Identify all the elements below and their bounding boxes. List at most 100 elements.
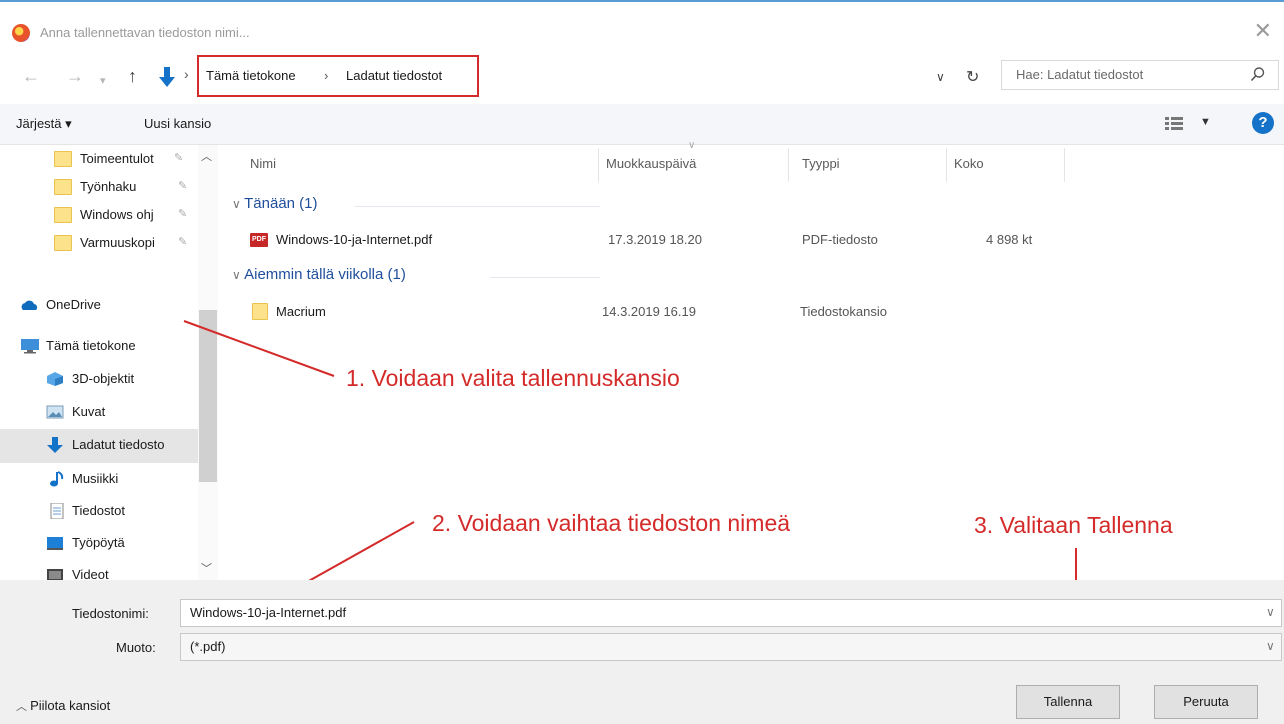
column-divider[interactable]: [1064, 148, 1065, 182]
scroll-up-arrow-icon[interactable]: ︿: [201, 148, 212, 164]
search-icon[interactable]: [1250, 66, 1266, 82]
nav-label: Musiikki: [72, 471, 119, 486]
refresh-icon[interactable]: ↻: [966, 67, 979, 87]
up-button[interactable]: ↑: [128, 64, 137, 88]
file-row[interactable]: PDF Windows-10-ja-Internet.pdf 17.3.2019…: [240, 226, 1080, 254]
organize-menu[interactable]: Järjestä ▾: [16, 116, 72, 132]
pin-icon: ✎: [178, 236, 188, 248]
column-divider[interactable]: [598, 148, 599, 182]
nav-item-desktop[interactable]: Työpöytä: [0, 529, 198, 559]
search-placeholder: Hae: Ladatut tiedostot: [1016, 67, 1144, 82]
documents-icon: [50, 503, 64, 519]
nav-item-videos[interactable]: Videot: [0, 561, 198, 580]
group-chevron-icon: ∨: [232, 268, 245, 282]
pin-icon: ✎: [178, 180, 188, 192]
onedrive-icon: [21, 300, 38, 310]
nav-item-toimeentulot[interactable]: Toimeentulot ✎: [0, 145, 198, 175]
group-label: Aiemmin tällä viikolla (1): [244, 266, 406, 283]
back-button[interactable]: ←: [22, 64, 40, 88]
computer-icon: [21, 339, 39, 354]
column-header-type[interactable]: Tyyppi: [802, 156, 840, 171]
nav-item-windows-ohj[interactable]: Windows ohj ✎: [0, 201, 198, 231]
pin-icon: ✎: [174, 152, 184, 164]
filetype-select[interactable]: [180, 633, 1282, 661]
scroll-down-arrow-icon[interactable]: ﹀: [201, 560, 212, 576]
sort-indicator-icon: ∨: [688, 140, 696, 151]
nav-label: Työpöytä: [72, 535, 125, 550]
nav-label: Varmuuskopi: [80, 235, 155, 250]
file-date: 17.3.2019 18.20: [608, 232, 702, 247]
column-divider[interactable]: [788, 148, 789, 182]
annotation-choose-folder: 1. Voidaan valita tallennuskansio: [346, 365, 680, 391]
filename-dropdown-icon[interactable]: ∨: [1266, 605, 1275, 619]
filename-value: Windows-10-ja-Internet.pdf: [190, 605, 347, 620]
recent-locations-dropdown[interactable]: ▾: [100, 69, 106, 93]
breadcrumb-separator[interactable]: ›: [324, 68, 328, 83]
breadcrumb-this-pc[interactable]: Tämä tietokone: [206, 68, 296, 83]
pictures-icon: [46, 405, 64, 419]
address-dropdown-icon[interactable]: ∨: [936, 70, 945, 84]
nav-item-this-pc[interactable]: Tämä tietokone: [0, 332, 198, 362]
file-type: PDF-tiedosto: [802, 232, 878, 247]
desktop-icon: [47, 537, 63, 550]
column-divider[interactable]: [946, 148, 947, 182]
annotation-rename-file: 2. Voidaan vaihtaa tiedoston nimeä: [432, 510, 791, 536]
window-title: Anna tallennettavan tiedoston nimi...: [40, 25, 250, 40]
folder-icon: [54, 235, 72, 251]
group-label: Tänään (1): [244, 195, 318, 212]
nav-label: Videot: [72, 567, 109, 580]
address-separator: ›: [184, 66, 189, 82]
group-header-today[interactable]: ∨ Tänään (1): [232, 195, 318, 212]
hide-folders-toggle[interactable]: ︿ Piilota kansiot: [16, 698, 110, 714]
pin-icon: ✎: [178, 208, 188, 220]
nav-item-downloads[interactable]: Ladatut tiedosto: [0, 429, 198, 463]
view-dropdown-icon[interactable]: ▼: [1200, 116, 1211, 128]
folder-icon: [54, 179, 72, 195]
close-button[interactable]: ✕: [1254, 18, 1272, 44]
nav-item-onedrive[interactable]: OneDrive: [0, 291, 198, 321]
nav-label: OneDrive: [46, 297, 101, 312]
group-divider-line: [490, 277, 600, 278]
nav-label: Ladatut tiedosto: [72, 437, 165, 452]
group-header-earlier-this-week[interactable]: ∨ Aiemmin tällä viikolla (1): [232, 266, 406, 283]
file-size: 4 898 kt: [986, 232, 1033, 247]
nav-label: 3D-objektit: [72, 371, 135, 386]
save-button[interactable]: Tallenna: [1016, 685, 1120, 719]
column-header-name[interactable]: Nimi: [250, 156, 276, 171]
nav-item-3d-objects[interactable]: 3D-objektit: [0, 365, 198, 395]
nav-item-music[interactable]: Musiikki: [0, 465, 198, 495]
chevron-up-icon: ︿: [16, 701, 31, 713]
column-header-size[interactable]: Koko: [954, 156, 984, 171]
nav-item-documents[interactable]: Tiedostot: [0, 497, 198, 527]
cancel-button[interactable]: Peruuta: [1154, 685, 1258, 719]
forward-button[interactable]: →: [66, 64, 84, 88]
filetype-label: Muoto:: [116, 640, 156, 655]
view-options-icon[interactable]: [1165, 117, 1183, 131]
file-row[interactable]: Macrium 14.3.2019 16.19 Tiedostokansio: [240, 298, 1080, 326]
group-chevron-icon: ∨: [232, 197, 245, 211]
nav-item-pictures[interactable]: Kuvat: [0, 398, 198, 428]
file-type: Tiedostokansio: [800, 304, 887, 319]
column-header-date[interactable]: Muokkauspäivä: [606, 156, 696, 171]
nav-label: Tiedostot: [72, 503, 125, 518]
videos-icon: [47, 569, 63, 580]
nav-label: Tämä tietokone: [46, 338, 136, 353]
filename-label: Tiedostonimi:: [72, 606, 149, 621]
breadcrumb-downloads[interactable]: Ladatut tiedostot: [346, 68, 442, 83]
nav-item-tyonhaku[interactable]: Työnhaku ✎: [0, 173, 198, 203]
nav-label: Toimeentulot: [80, 151, 154, 166]
new-folder-button[interactable]: Uusi kansio: [144, 116, 211, 131]
nav-label: Windows ohj: [80, 207, 154, 222]
download-icon: [47, 437, 63, 453]
pdf-icon: PDF: [250, 233, 268, 247]
filetype-value: (*.pdf): [190, 639, 226, 654]
file-date: 14.3.2019 16.19: [602, 304, 696, 319]
download-location-icon: [159, 67, 175, 87]
help-icon[interactable]: ?: [1252, 112, 1274, 134]
nav-scrollbar-thumb[interactable]: [199, 310, 217, 482]
navigation-pane: Toimeentulot ✎ Työnhaku ✎ Windows ohj ✎ …: [0, 145, 218, 580]
annotation-click-save: 3. Valitaan Tallenna: [974, 512, 1173, 538]
nav-item-varmuuskopi[interactable]: Varmuuskopi ✎: [0, 229, 198, 259]
filetype-dropdown-icon[interactable]: ∨: [1266, 639, 1275, 653]
folder-icon: [252, 303, 268, 320]
